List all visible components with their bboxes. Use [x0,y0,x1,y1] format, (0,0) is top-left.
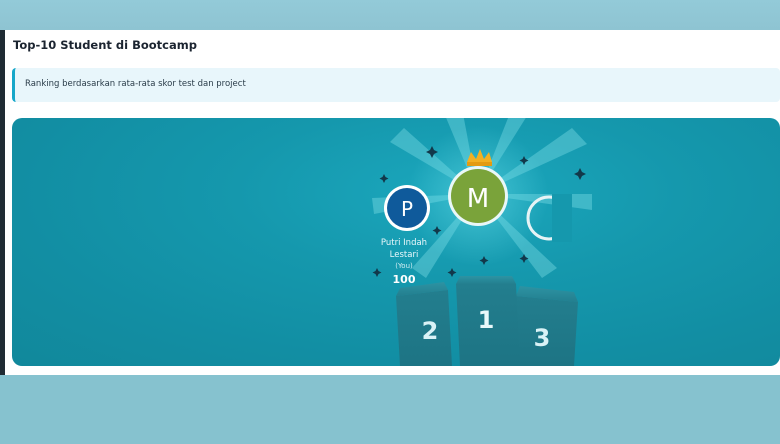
leaderboard-card: Top-10 Student di Bootcamp Ranking berda… [5,30,780,375]
second-you-tag: (You) [395,262,413,270]
podium-illustration: 2 3 1 P Putri Indah Lestari (You) 100 M [372,118,592,366]
rank-1-number: 1 [478,306,495,334]
second-name-line2: Lestari [390,250,419,260]
info-text: Ranking berdasarkan rata-rata skor test … [25,79,246,89]
podium-hero: 2 3 1 P Putri Indah Lestari (You) 100 M [12,118,780,366]
bottom-overlay [0,375,780,444]
avatar-first[interactable]: M [448,166,508,226]
avatar-first-initial: M [467,184,489,214]
podium-third: 3 [512,286,578,366]
browser-top-strip [0,0,780,30]
info-banner: Ranking berdasarkan rata-rata skor test … [12,68,780,102]
page-title: Top-10 Student di Bootcamp [13,38,197,52]
podium-second: 2 [396,282,452,366]
avatar-second[interactable]: P [384,185,430,231]
rank-3-number: 3 [534,324,551,352]
second-name-line1: Putri Indah [381,238,427,248]
second-score: 100 [393,273,416,286]
avatar-second-initial: P [401,197,413,221]
rank-2-number: 2 [422,317,439,345]
podium-first: 1 [456,276,520,366]
